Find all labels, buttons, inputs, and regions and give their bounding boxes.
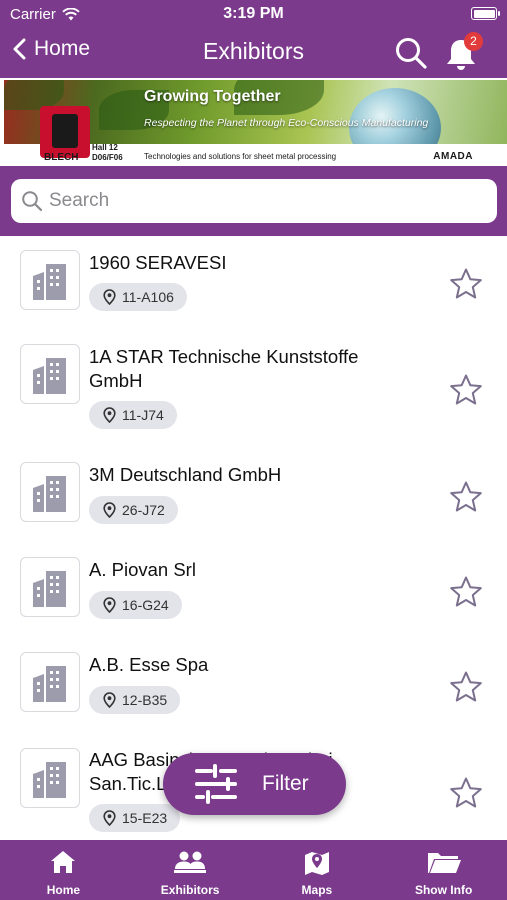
people-icon (174, 851, 207, 873)
star-icon[interactable] (449, 670, 483, 704)
search-icon (396, 38, 427, 69)
booth-badge: 11-J74 (89, 401, 177, 429)
exhibitor-thumbnail (20, 557, 80, 617)
notification-badge: 2 (464, 32, 483, 51)
booth-badge: 26-J72 (89, 496, 178, 524)
tab-label: Show Info (414, 883, 473, 897)
exhibitor-name: A. Piovan Srl (89, 559, 196, 580)
building-icon (33, 571, 66, 607)
star-icon[interactable] (449, 575, 483, 609)
sponsor-logo: AMADA (433, 151, 473, 162)
location-pin-icon (103, 407, 116, 423)
home-icon (51, 851, 76, 873)
booth-label: 11-J74 (122, 407, 164, 423)
star-icon[interactable] (449, 267, 483, 301)
location-pin-icon (103, 597, 116, 613)
star-icon[interactable] (449, 373, 483, 407)
battery-icon (471, 7, 500, 20)
status-bar: Carrier 3:19 PM (0, 0, 507, 28)
euroblech-logo (40, 106, 90, 158)
location-pin-icon (103, 810, 116, 826)
sponsor-banner[interactable]: Growing Together Respecting the Planet t… (4, 80, 507, 166)
banner-hall-booth: D06/F06 (92, 153, 123, 162)
banner-hall-number: Hall 12 (92, 143, 118, 152)
tab-maps[interactable]: Maps (254, 840, 381, 900)
building-icon (33, 762, 66, 798)
booth-label: 12-B35 (122, 692, 168, 708)
star-icon[interactable] (449, 480, 483, 514)
exhibitor-name: 3M Deutschland GmbH (89, 464, 282, 485)
booth-badge: 16-G24 (89, 591, 182, 619)
tab-label: Maps (301, 883, 333, 897)
location-pin-icon (103, 502, 116, 518)
tab-label: Home (46, 883, 81, 897)
location-pin-icon (103, 692, 116, 708)
exhibitor-thumbnail (20, 344, 80, 404)
exhibitor-thumbnail (20, 250, 80, 310)
building-icon (33, 476, 66, 512)
building-icon (33, 264, 66, 300)
exhibitor-name: 1A STAR Technische Kunststoffe GmbH (89, 346, 359, 391)
filter-button[interactable]: Filter (163, 753, 346, 815)
tab-home[interactable]: Home (0, 840, 127, 900)
tab-label: Exhibitors (160, 883, 220, 897)
banner-headline: Growing Together (144, 88, 281, 105)
booth-label: 16-G24 (122, 597, 169, 613)
folder-icon (427, 853, 461, 873)
search-box[interactable] (11, 179, 497, 223)
search-input[interactable] (49, 190, 469, 212)
filter-label: Filter (262, 772, 309, 795)
sliders-icon (195, 764, 237, 804)
tab-exhibitors[interactable]: Exhibitors (127, 840, 254, 900)
exhibitor-name: 1960 SERAVESI (89, 252, 227, 273)
exhibitor-thumbnail (20, 462, 80, 522)
map-icon (304, 852, 329, 875)
building-icon (33, 358, 66, 394)
banner-subline: Respecting the Planet through Eco-Consci… (144, 117, 429, 129)
building-icon (33, 666, 66, 702)
notifications-button[interactable]: 2 (444, 32, 484, 72)
booth-badge: 11-A106 (89, 283, 187, 311)
page-title: Exhibitors (203, 38, 304, 64)
tab-bar: Home Exhibitors Maps Show Info (0, 840, 507, 900)
booth-label: 15-E23 (122, 810, 168, 826)
tab-show-info[interactable]: Show Info (380, 840, 507, 900)
banner-brand: BLECH (44, 152, 79, 163)
booth-label: 26-J72 (122, 502, 165, 518)
search-icon (22, 191, 43, 212)
search-area (0, 166, 507, 236)
exhibitor-thumbnail (20, 652, 80, 712)
exhibitor-list[interactable]: 1960 SERAVESI 11-A106 1A STAR Technische… (0, 236, 507, 840)
booth-badge: 12-B35 (89, 686, 181, 714)
booth-badge: 15-E23 (89, 804, 181, 832)
banner-hall: Hall 12 D06/F06 (92, 143, 123, 163)
star-icon[interactable] (449, 776, 483, 810)
banner-tagline: Technologies and solutions for sheet met… (144, 152, 337, 161)
clock: 3:19 PM (223, 5, 284, 22)
exhibitor-thumbnail (20, 748, 80, 808)
booth-label: 11-A106 (122, 289, 174, 305)
exhibitor-name: A.B. Esse Spa (89, 654, 209, 675)
search-button[interactable] (394, 36, 428, 70)
navigation-bar: Home Exhibitors 2 (0, 28, 507, 78)
location-pin-icon (103, 289, 116, 305)
